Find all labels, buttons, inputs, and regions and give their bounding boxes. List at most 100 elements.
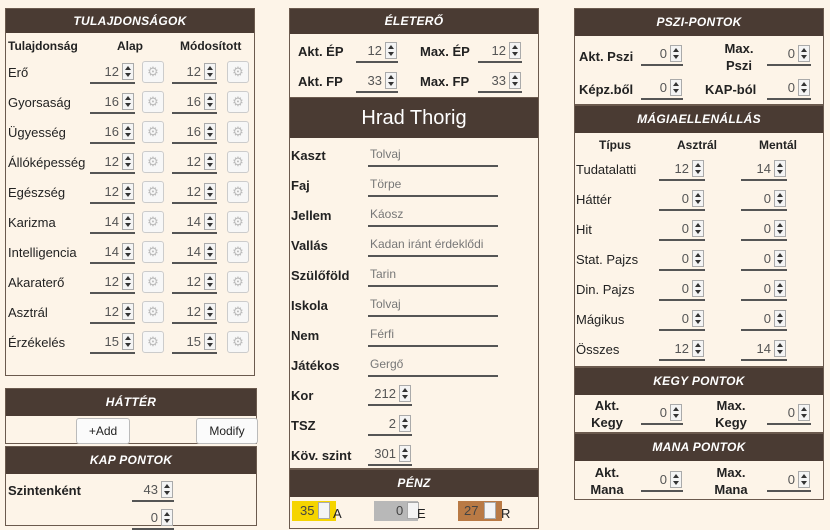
settings-gear-icon[interactable]: ⚙	[227, 121, 249, 143]
spinner-arrows-icon[interactable]	[122, 63, 134, 80]
settings-gear-icon[interactable]: ⚙	[227, 91, 249, 113]
attribute-base-spinner[interactable]: 16	[90, 121, 135, 144]
spinner-arrows-icon[interactable]	[122, 213, 134, 230]
gold-field[interactable]: 35	[292, 501, 336, 521]
spinner-arrows-icon[interactable]	[692, 220, 704, 237]
attribute-mod-spinner[interactable]: 15	[172, 331, 217, 354]
settings-gear-icon[interactable]: ⚙	[142, 151, 164, 173]
spinner-arrows-icon[interactable]	[122, 303, 134, 320]
resist-astral-spinner[interactable]: 0	[659, 248, 705, 271]
settings-gear-icon[interactable]: ⚙	[142, 61, 164, 83]
attribute-mod-spinner[interactable]: 12	[172, 301, 217, 324]
spinner-arrows-icon[interactable]	[122, 183, 134, 200]
spinner-arrows-icon[interactable]	[692, 250, 704, 267]
attribute-base-spinner[interactable]: 12	[90, 181, 135, 204]
spinner-arrows-icon[interactable]	[399, 415, 411, 432]
akt-fp-spinner[interactable]: 33	[356, 70, 398, 93]
max-fp-spinner[interactable]: 33	[478, 70, 522, 93]
max-psi-spinner[interactable]: 0	[767, 43, 811, 66]
char-field-input[interactable]: Férfi	[368, 323, 498, 347]
spinner-arrows-icon[interactable]	[774, 340, 786, 357]
resist-astral-spinner[interactable]: 12	[659, 158, 705, 181]
attribute-base-spinner[interactable]: 12	[90, 151, 135, 174]
max-kegy-spinner[interactable]: 0	[767, 402, 811, 425]
spinner-arrows-icon[interactable]	[692, 340, 704, 357]
add-background-button[interactable]: +Add	[76, 418, 130, 444]
spinner-arrows-icon[interactable]	[692, 280, 704, 297]
attribute-base-spinner[interactable]: 12	[90, 301, 135, 324]
resist-mental-spinner[interactable]: 0	[741, 278, 787, 301]
attribute-base-spinner[interactable]: 12	[90, 271, 135, 294]
settings-gear-icon[interactable]: ⚙	[142, 121, 164, 143]
kepz-spinner[interactable]: 0	[641, 77, 683, 100]
kap-psi-spinner[interactable]: 0	[767, 77, 811, 100]
kap-next-spinner[interactable]: 0	[132, 507, 174, 530]
attribute-base-spinner[interactable]: 14	[90, 241, 135, 264]
spinner-arrows-icon[interactable]	[692, 190, 704, 207]
spinner-arrows-icon[interactable]	[399, 385, 411, 402]
max-ep-spinner[interactable]: 12	[478, 40, 522, 63]
settings-gear-icon[interactable]: ⚙	[142, 301, 164, 323]
attribute-mod-spinner[interactable]: 12	[172, 151, 217, 174]
spinner-arrows-icon[interactable]	[318, 502, 330, 519]
settings-gear-icon[interactable]: ⚙	[142, 91, 164, 113]
modify-background-button[interactable]: Modify	[196, 418, 258, 444]
spinner-arrows-icon[interactable]	[122, 153, 134, 170]
spinner-arrows-icon[interactable]	[509, 42, 521, 59]
max-mana-spinner[interactable]: 0	[767, 469, 811, 492]
spinner-arrows-icon[interactable]	[692, 310, 704, 327]
attribute-mod-spinner[interactable]: 16	[172, 121, 217, 144]
spinner-arrows-icon[interactable]	[161, 509, 173, 526]
settings-gear-icon[interactable]: ⚙	[227, 181, 249, 203]
settings-gear-icon[interactable]: ⚙	[227, 241, 249, 263]
settings-gear-icon[interactable]: ⚙	[227, 331, 249, 353]
settings-gear-icon[interactable]: ⚙	[227, 211, 249, 233]
spinner-arrows-icon[interactable]	[484, 502, 496, 519]
resist-astral-spinner[interactable]: 12	[659, 338, 705, 361]
spinner-arrows-icon[interactable]	[122, 243, 134, 260]
spinner-arrows-icon[interactable]	[204, 183, 216, 200]
settings-gear-icon[interactable]: ⚙	[142, 181, 164, 203]
spinner-arrows-icon[interactable]	[204, 93, 216, 110]
spinner-arrows-icon[interactable]	[204, 153, 216, 170]
resist-astral-spinner[interactable]: 0	[659, 308, 705, 331]
spinner-arrows-icon[interactable]	[798, 404, 810, 421]
spinner-arrows-icon[interactable]	[399, 445, 411, 462]
char-field-input[interactable]: Tolvaj	[368, 293, 498, 317]
spinner-arrows-icon[interactable]	[122, 123, 134, 140]
attribute-mod-spinner[interactable]: 14	[172, 211, 217, 234]
age-spinner[interactable]: 212	[368, 383, 412, 406]
spinner-arrows-icon[interactable]	[122, 273, 134, 290]
resist-mental-spinner[interactable]: 14	[741, 158, 787, 181]
spinner-arrows-icon[interactable]	[509, 72, 521, 89]
spinner-arrows-icon[interactable]	[798, 471, 810, 488]
spinner-arrows-icon[interactable]	[774, 250, 786, 267]
spinner-arrows-icon[interactable]	[204, 123, 216, 140]
spinner-arrows-icon[interactable]	[204, 333, 216, 350]
spinner-arrows-icon[interactable]	[774, 160, 786, 177]
spinner-arrows-icon[interactable]	[385, 42, 397, 59]
copper-field[interactable]: 27	[458, 501, 502, 521]
spinner-arrows-icon[interactable]	[204, 213, 216, 230]
spinner-arrows-icon[interactable]	[798, 79, 810, 96]
tsz-spinner[interactable]: 2	[368, 413, 412, 436]
resist-astral-spinner[interactable]: 0	[659, 218, 705, 241]
attribute-base-spinner[interactable]: 16	[90, 91, 135, 114]
char-field-input[interactable]: Tarin	[368, 263, 498, 287]
attribute-mod-spinner[interactable]: 12	[172, 271, 217, 294]
spinner-arrows-icon[interactable]	[122, 333, 134, 350]
resist-mental-spinner[interactable]: 0	[741, 188, 787, 211]
next-level-spinner[interactable]: 301	[368, 443, 412, 466]
spinner-arrows-icon[interactable]	[774, 280, 786, 297]
resist-mental-spinner[interactable]: 14	[741, 338, 787, 361]
char-field-input[interactable]: Tolvaj	[368, 143, 498, 167]
char-field-input[interactable]: Gergő	[368, 353, 498, 377]
resist-mental-spinner[interactable]: 0	[741, 248, 787, 271]
spinner-arrows-icon[interactable]	[385, 72, 397, 89]
settings-gear-icon[interactable]: ⚙	[142, 331, 164, 353]
spinner-arrows-icon[interactable]	[204, 273, 216, 290]
spinner-arrows-icon[interactable]	[161, 481, 173, 498]
spinner-arrows-icon[interactable]	[204, 243, 216, 260]
spinner-arrows-icon[interactable]	[774, 190, 786, 207]
resist-astral-spinner[interactable]: 0	[659, 188, 705, 211]
